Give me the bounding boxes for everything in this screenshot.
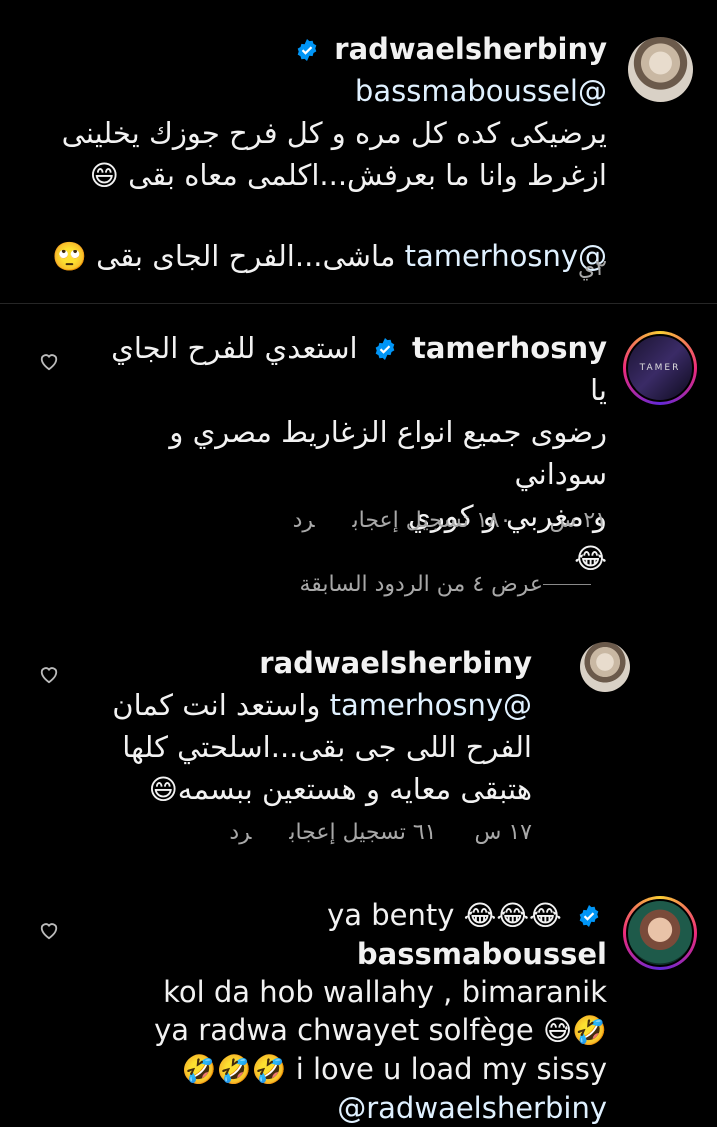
view-replies-label: عرض ٤ من الردود السابقة: [299, 572, 543, 597]
like-heart-icon[interactable]: [38, 920, 60, 940]
comment-1-line-3: ماشى...الفرح الجاى بقى: [96, 239, 396, 273]
comment-4-line-2: kol da hob wallahy , bimaranik: [163, 975, 607, 1009]
eye-roll-emoji: 🙄: [51, 240, 87, 273]
comment-3-line-1: واستعد انت كمان: [112, 688, 321, 722]
sweat-laugh-emoji: 😅🤣: [542, 1014, 607, 1047]
comment-1-mention[interactable]: bassmaboussel@: [355, 74, 607, 108]
comment-3-time: ١٧ س: [474, 820, 533, 845]
comment-3-username[interactable]: radwaelsherbiny: [259, 646, 532, 680]
rofl-emoji: 🤣🤣🤣: [181, 1053, 287, 1086]
comment-2-likes[interactable]: ١٨٠ تسجيل إعجاب: [353, 508, 512, 533]
comment-3-mention[interactable]: tamerhosny@: [330, 688, 532, 722]
comment-3-reply-button[interactable]: رد: [229, 820, 251, 845]
grin-emoji: 😄: [148, 773, 178, 806]
comment-1-meta: ٢ي: [540, 256, 607, 281]
comment-4-line-3: ya radwa chwayet solfège: [154, 1013, 534, 1047]
like-heart-icon[interactable]: [38, 664, 60, 684]
avatar-radwaelsherbiny[interactable]: [580, 642, 630, 692]
comment-1-line-2: ازغرط وانا ما بعرفش...اكلمى معاه بقى: [128, 158, 607, 192]
comment-4-line-1: ya benty: [327, 898, 455, 932]
comment-2: TAMER tamerhosny استعدي للفرح الجاي يا ر…: [0, 303, 717, 575]
verified-badge-icon: [579, 905, 599, 927]
comment-4-text: ya benty 😂😂😂 bassmaboussel kol da hob wa…: [87, 896, 607, 1127]
comment-1-time: ٢ي: [577, 256, 607, 281]
comment-2-text: tamerhosny استعدي للفرح الجاي يا رضوى جم…: [87, 327, 607, 580]
grin-emoji: 😄: [89, 159, 119, 192]
laugh-emoji: 😂😂😂: [463, 899, 562, 932]
comment-4-mention[interactable]: @radwaelsherbiny: [337, 1091, 607, 1125]
comment-3-text: radwaelsherbiny tamerhosny@ واستعد انت ك…: [112, 642, 532, 811]
comment-2-time: ٢١ س: [549, 508, 608, 533]
comment-3-likes[interactable]: ٦١ تسجيل إعجاب: [289, 820, 436, 845]
like-heart-icon[interactable]: [38, 351, 60, 371]
comment-4-line-4: i love u load my sissy: [295, 1052, 607, 1086]
comment-3-line-3: هتبقى معايه و هستعين ببسمه: [177, 772, 532, 806]
comment-1-text: radwaelsherbiny bassmaboussel@ يرضيكى كد…: [47, 28, 607, 278]
comment-4-username[interactable]: bassmaboussel: [357, 937, 607, 971]
comment-3-line-2: الفرح اللى جى بقى...اسلحتي كلها: [122, 730, 532, 764]
comment-2-username[interactable]: tamerhosny: [412, 331, 607, 365]
comment-2-meta: ٢١ س ١٨٠ تسجيل إعجاب رد: [255, 508, 607, 533]
comment-3-meta: ١٧ س ٦١ تسجيل إعجاب رد: [191, 820, 532, 845]
replies-line: [543, 584, 591, 585]
view-previous-replies-button[interactable]: عرض ٤ من الردود السابقة: [299, 572, 607, 597]
avatar-radwaelsherbiny[interactable]: [628, 37, 693, 102]
avatar-tamerhosny[interactable]: TAMER: [623, 331, 697, 405]
avatar-bassmaboussel[interactable]: [623, 896, 697, 970]
comment-1: radwaelsherbiny bassmaboussel@ يرضيكى كد…: [0, 0, 717, 303]
comment-1-username[interactable]: radwaelsherbiny: [334, 32, 607, 66]
laugh-emoji: 😂: [574, 542, 607, 575]
comment-2-line-2: رضوى جميع انواع الزغاريط مصري و سوداني: [169, 415, 607, 491]
comment-4: ya benty 😂😂😂 bassmaboussel kol da hob wa…: [0, 880, 717, 1125]
comment-2-reply-button[interactable]: رد: [293, 508, 315, 533]
comment-3: radwaelsherbiny tamerhosny@ واستعد انت ك…: [0, 630, 717, 860]
comment-1-line-1: يرضيكى كده كل مره و كل فرح جوزك يخلينى: [61, 116, 607, 150]
avatar-logo-text: TAMER: [639, 363, 681, 373]
verified-badge-icon: [297, 39, 317, 61]
verified-badge-icon: [375, 338, 395, 360]
